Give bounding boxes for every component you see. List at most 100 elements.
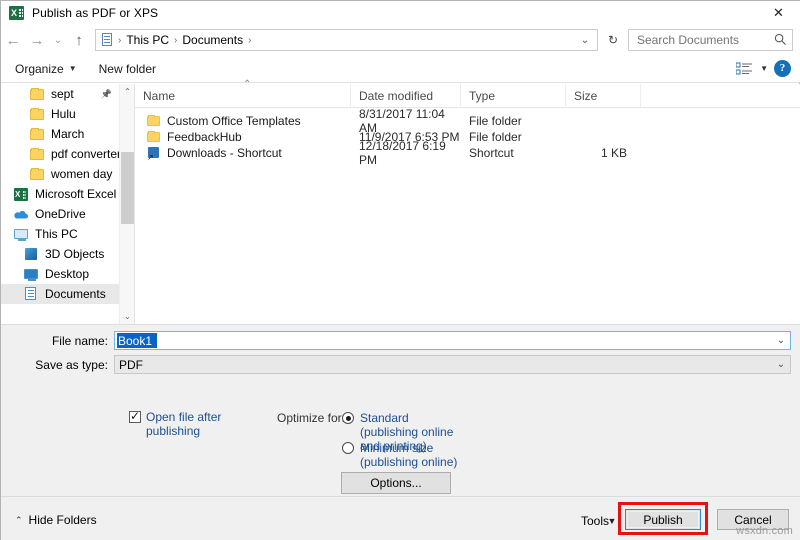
back-icon[interactable]: ← — [1, 27, 25, 53]
excel-icon — [13, 186, 29, 202]
open-file-after-publishing-label: Open file after publishing — [146, 410, 249, 438]
hide-folders-button[interactable]: ⌃ Hide Folders — [15, 513, 97, 527]
new-folder-label: New folder — [99, 62, 156, 76]
forward-icon[interactable]: → — [25, 27, 49, 53]
radio-button[interactable] — [342, 442, 354, 454]
nav-pane-item-pdf-converter[interactable]: pdf converter — [1, 144, 134, 164]
new-folder-button[interactable]: New folder — [91, 59, 164, 79]
nav-pane-item-microsoft-excel[interactable]: Microsoft Excel — [1, 184, 134, 204]
folder-tree: sept 📌 Hulu March pdf converterwomen day Micr… — [1, 84, 134, 304]
folder-icon — [147, 114, 161, 128]
folder-icon — [29, 146, 45, 162]
navigation-pane: sept 📌 Hulu March pdf converterwomen day Micr… — [1, 84, 135, 324]
help-icon[interactable]: ? — [774, 60, 791, 77]
recent-locations-icon[interactable]: ⌄ — [49, 27, 67, 53]
search-box[interactable] — [628, 29, 793, 51]
table-row[interactable]: FeedbackHub11/9/2017 6:53 PMFile folder — [135, 129, 800, 145]
table-row[interactable]: Custom Office Templates8/31/2017 11:04 A… — [135, 113, 800, 129]
nav-pane-item-label: sept — [51, 87, 74, 101]
nav-pane-item-label: 3D Objects — [45, 247, 104, 261]
chevron-down-icon[interactable]: ⌄ — [577, 30, 593, 50]
file-name-label: Custom Office Templates — [167, 114, 301, 128]
nav-pane-item-documents[interactable]: Documents — [1, 284, 134, 304]
column-headers: Name Date modified Type Size ⌃ — [135, 84, 800, 108]
desktop-icon — [23, 266, 39, 282]
chevron-down-icon[interactable]: ⌄ — [772, 335, 790, 346]
browser-body: sept 📌 Hulu March pdf converterwomen day Micr… — [1, 84, 800, 324]
filename-input[interactable] — [117, 333, 157, 348]
file-name-label: Downloads - Shortcut — [167, 146, 282, 160]
breadcrumb-this-pc[interactable]: This PC — [122, 30, 173, 50]
view-controls: ▼ ? — [736, 60, 800, 77]
view-chevron-down-icon[interactable]: ▼ — [760, 64, 768, 73]
savetype-label: Save as type: — [21, 358, 108, 372]
shortcut-icon — [147, 146, 161, 160]
chevron-down-icon[interactable]: ⌄ — [772, 359, 790, 370]
nav-pane-item-this-pc[interactable]: This PC — [1, 224, 134, 244]
nav-pane-item-march[interactable]: March — [1, 124, 134, 144]
command-bar: Organize ▼ New folder ▼ ? — [1, 55, 800, 83]
folder-icon — [29, 166, 45, 182]
nav-pane-item-women-day[interactable]: women day — [1, 164, 134, 184]
file-list: Custom Office Templates8/31/2017 11:04 A… — [135, 108, 800, 161]
file-name-label: FeedbackHub — [167, 130, 242, 144]
nav-pane-item-desktop[interactable]: Desktop — [1, 264, 134, 284]
pin-icon[interactable]: 📌 — [101, 89, 112, 100]
refresh-icon[interactable]: ↻ — [602, 29, 624, 51]
close-icon[interactable]: ✕ — [756, 1, 800, 25]
checkbox-box[interactable] — [129, 411, 141, 423]
savetype-value: PDF — [119, 358, 143, 372]
file-type-cell: File folder — [461, 130, 566, 144]
nav-pane-item-label: Hulu — [51, 107, 76, 121]
folder-icon — [147, 130, 161, 144]
column-header-type[interactable]: Type — [461, 84, 566, 108]
hide-folders-label: Hide Folders — [29, 513, 97, 527]
title-bar: X Publish as PDF or XPS ✕ — [1, 1, 800, 25]
breadcrumb-documents[interactable]: Documents — [178, 30, 247, 50]
column-header-date[interactable]: Date modified — [351, 84, 461, 108]
options-button[interactable]: Options... — [341, 472, 451, 494]
open-file-after-publishing-checkbox[interactable]: Open file after publishing — [129, 410, 249, 438]
3d-objects-icon — [23, 246, 39, 262]
nav-pane-scrollbar[interactable]: ⌃ ⌄ — [119, 84, 134, 324]
search-icon — [774, 33, 787, 46]
optimize-for-label: Optimize for: — [277, 411, 345, 425]
nav-pane-item-label: OneDrive — [35, 207, 86, 221]
search-input[interactable] — [635, 32, 773, 48]
this-pc-icon — [13, 226, 29, 242]
nav-pane-item-label: Microsoft Excel — [35, 187, 116, 201]
navigation-bar: ← → ⌄ ↑ › This PC › Documents › ⌄ ↻ — [1, 25, 800, 55]
window-title: Publish as PDF or XPS — [32, 6, 158, 20]
column-header-size[interactable]: Size — [566, 84, 641, 108]
onedrive-cloud-icon — [13, 206, 29, 222]
radio-minimum-size-label: Minimum size (publishing online) — [360, 441, 460, 469]
filename-field[interactable]: ⌄ — [114, 331, 791, 350]
scrollbar-thumb[interactable] — [121, 152, 134, 224]
scroll-down-icon[interactable]: ⌄ — [120, 309, 135, 324]
file-type-cell: Shortcut — [461, 146, 566, 160]
breadcrumb-separator: › — [247, 35, 252, 46]
nav-pane-item-hulu[interactable]: Hulu — [1, 104, 134, 124]
file-size-cell: 1 KB — [566, 146, 641, 160]
organize-label: Organize — [15, 62, 64, 76]
chevron-down-icon: ▼ — [69, 64, 77, 73]
radio-minimum-size[interactable]: Minimum size (publishing online) — [342, 441, 460, 469]
nav-pane-item-onedrive[interactable]: OneDrive — [1, 204, 134, 224]
nav-pane-item-3d-objects[interactable]: 3D Objects — [1, 244, 134, 264]
scroll-up-icon[interactable]: ⌃ — [120, 84, 135, 99]
savetype-combobox[interactable]: PDF ⌄ — [114, 355, 791, 374]
radio-button[interactable] — [342, 412, 354, 424]
nav-pane-item-sept[interactable]: sept 📌 — [1, 84, 134, 104]
file-name-cell: FeedbackHub — [135, 130, 351, 144]
list-view-icon[interactable] — [736, 62, 754, 76]
organize-button[interactable]: Organize ▼ — [7, 59, 85, 79]
publish-button[interactable]: Publish — [625, 509, 701, 530]
address-bar[interactable]: › This PC › Documents › ⌄ — [95, 29, 598, 51]
table-row[interactable]: Downloads - Shortcut12/18/2017 6:19 PMSh… — [135, 145, 800, 161]
filename-label: File name: — [36, 334, 108, 348]
nav-pane-item-label: Desktop — [45, 267, 89, 281]
nav-pane-item-label: March — [51, 127, 84, 141]
nav-pane-item-label: Documents — [45, 287, 106, 301]
up-icon[interactable]: ↑ — [67, 27, 91, 53]
folder-icon — [29, 126, 45, 142]
